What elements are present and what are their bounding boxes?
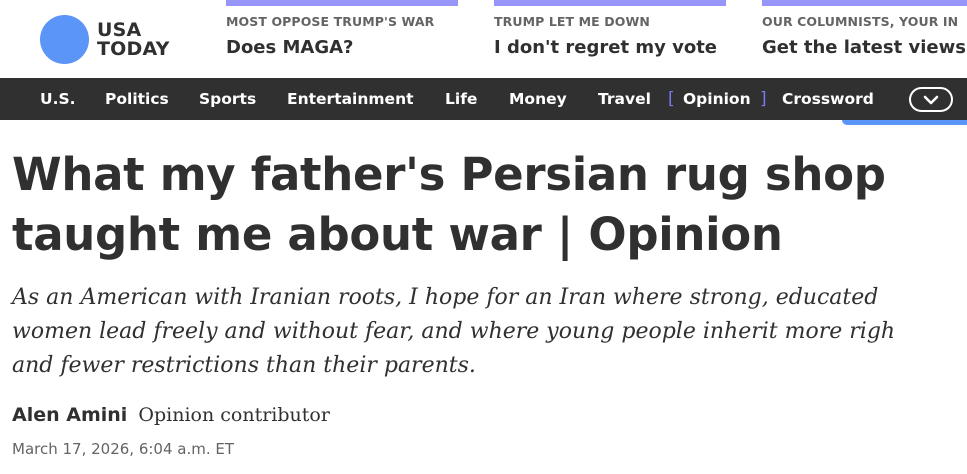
dek-line-2: women lead freely and without fear, and …	[12, 319, 896, 344]
author-name[interactable]: Alen Amini	[12, 404, 127, 426]
logo-dot-icon	[40, 15, 89, 64]
article-dek: As an American with Iranian roots, I hop…	[12, 281, 967, 383]
publish-date: March 17, 2026, 6:04 a.m. ET	[12, 440, 235, 458]
promo-title: Does MAGA?	[226, 37, 354, 58]
author-role: Opinion contributor	[138, 404, 330, 426]
usa-today-logo[interactable]: USA TODAY	[40, 15, 170, 64]
promo-accent-bar	[762, 0, 967, 6]
promo-accent-bar	[494, 0, 726, 6]
logo-line-2: TODAY	[97, 37, 170, 60]
nav-item-crossword[interactable]: Crossword	[782, 78, 874, 120]
promo-accent-bar	[226, 0, 458, 6]
byline: Alen Amini Opinion contributor	[12, 404, 330, 426]
promo-link-2[interactable]: TRUMP LET ME DOWN I don't regret my vote	[494, 0, 726, 78]
promo-title: I don't regret my vote	[494, 37, 718, 58]
nav-item-sports[interactable]: Sports	[199, 78, 256, 120]
nav-item-politics[interactable]: Politics	[105, 78, 169, 120]
chevron-down-icon	[923, 95, 939, 104]
promo-link-1[interactable]: MOST OPPOSE TRUMP'S WAR Does MAGA?	[226, 0, 458, 78]
logo-line-1: USA	[97, 18, 142, 41]
nav-tab-edge	[842, 120, 967, 125]
promo-kicker: TRUMP LET ME DOWN	[494, 14, 650, 29]
masthead: USA TODAY MOST OPPOSE TRUMP'S WAR Does M…	[0, 0, 967, 78]
promo-title: Get the latest views	[762, 37, 966, 58]
nav-item-life[interactable]: Life	[445, 78, 477, 120]
nav-item-money[interactable]: Money	[509, 78, 567, 120]
promo-kicker: OUR COLUMNISTS, YOUR IN	[762, 14, 959, 29]
active-bracket-open: [	[668, 89, 675, 109]
nav-item-us[interactable]: U.S.	[40, 78, 76, 120]
nav-item-opinion[interactable]: Opinion	[683, 78, 751, 120]
nav-item-travel[interactable]: Travel	[598, 78, 651, 120]
nav-more-button[interactable]	[909, 87, 953, 112]
article-headline: What my father's Persian rug shop taught…	[12, 148, 886, 261]
main-nav: U.S. Politics Sports Entertainment Life …	[0, 78, 967, 120]
dek-line-1: As an American with Iranian roots, I hop…	[12, 285, 879, 310]
promo-kicker: MOST OPPOSE TRUMP'S WAR	[226, 14, 435, 29]
dek-line-3: and fewer restrictions than their parent…	[12, 353, 476, 378]
active-bracket-close: ]	[760, 89, 767, 109]
nav-item-entertainment[interactable]: Entertainment	[287, 78, 414, 120]
promo-link-3[interactable]: OUR COLUMNISTS, YOUR IN Get the latest v…	[762, 0, 967, 78]
logo-wordmark: USA TODAY	[97, 18, 170, 60]
